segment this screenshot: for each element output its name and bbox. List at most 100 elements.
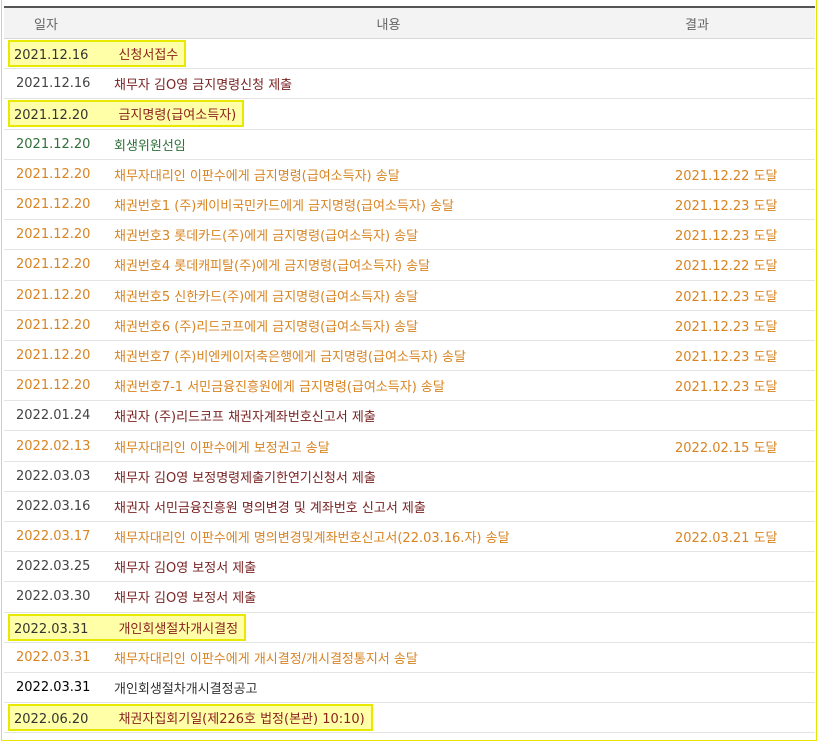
row-content-cell: 채무자 김O영 보정서 제출: [102, 581, 675, 613]
row-result-cell: [675, 98, 815, 130]
row-date-cell: 2021.12.20: [4, 159, 102, 190]
row-content: 채권번호6 (주)리드코프에게 금지명령(급여소득자) 송달: [114, 319, 419, 335]
row-date-cell: 2022.03.30: [4, 581, 102, 613]
row-content-cell: 채권번호1 (주)케이비국민카드에게 금지명령(급여소득자) 송달: [102, 189, 675, 221]
row-result-cell: 2021.12.23 도달: [675, 189, 815, 221]
row-result-cell: [675, 461, 815, 492]
row-content: 채무자 김O영 금지명령신청 제출: [114, 78, 293, 94]
table-row: 2022.03.30 채무자 김O영 보정서 제출: [4, 581, 815, 613]
row-date-cell: 2021.12.20: [4, 189, 102, 221]
table-body: 2021.12.16 신청서접수 2021.12.16 채무자 김O영 금지명령신청 …: [4, 38, 815, 734]
row-result: 2021.12.22 도달: [675, 259, 778, 275]
row-content: 금지명령(급여소득자): [118, 108, 237, 124]
row-result-cell: [675, 672, 815, 704]
row-date: 2021.12.20: [16, 166, 91, 182]
row-content-cell: 채권번호4 롯데캐피탈(주)에게 금지명령(급여소득자) 송달: [102, 249, 675, 281]
row-result-cell: [675, 400, 815, 432]
row-result: 2021.12.23 도달: [675, 319, 778, 335]
row-date-cell: 2022.03.31 개인회생절차개시결정: [4, 612, 675, 643]
table-header: 일자 내용 결과: [4, 6, 815, 39]
row-result-cell: [675, 612, 815, 643]
row-date: 2021.12.20: [16, 347, 91, 363]
row-result-cell: [675, 68, 815, 100]
row-content: 채권번호3 롯데카드(주)에게 금지명령(급여소득자) 송달: [114, 229, 419, 245]
row-date-cell: 2022.06.20 채권자집회기일(제226호 법정(본관) 10:10): [4, 702, 675, 734]
table-row: 2021.12.20 채권번호7 (주)비엔케이저축은행에게 금지명령(급여소득자…: [4, 340, 815, 372]
row-result-cell: 2021.12.23 도달: [675, 219, 815, 251]
row-result: 2022.03.21 도달: [675, 531, 778, 547]
table-row: 2021.12.16 신청서접수: [4, 38, 815, 70]
row-date-cell: 2022.02.13: [4, 430, 102, 462]
row-content-cell: 채권번호7 (주)비엔케이저축은행에게 금지명령(급여소득자) 송달: [102, 340, 675, 372]
row-result-cell: 2021.12.23 도달: [675, 280, 815, 311]
row-date-cell: 2022.03.16: [4, 491, 102, 523]
row-result-cell: [675, 702, 815, 734]
row-date-cell: 2021.12.20: [4, 280, 102, 311]
row-content-cell: 채권번호7-1 서민금융진흥원에게 금지명령(급여소득자) 송달: [102, 370, 675, 402]
table-row: 2021.12.20 채권번호6 (주)리드코프에게 금지명령(급여소득자) 송달…: [4, 310, 815, 341]
row-date-cell: 2022.03.03: [4, 461, 102, 492]
row-date: 2022.03.31: [16, 649, 91, 665]
highlighted-row-box: 2021.12.16 신청서접수: [8, 40, 187, 68]
row-result: 2021.12.23 도달: [675, 380, 778, 396]
row-content: 개인회생절차개시결정공고: [114, 682, 258, 698]
table-row: 2022.03.17 채무자대리인 이판수에게 명의변경및계좌번호신고서(22.0…: [4, 521, 815, 553]
row-result-cell: 2021.12.23 도달: [675, 370, 815, 402]
row-result-cell: 2022.03.21 도달: [675, 521, 815, 553]
row-content: 채권자 서민금융진흥원 명의변경 및 계좌번호 신고서 제출: [114, 500, 426, 516]
row-date-cell: 2021.12.20: [4, 219, 102, 251]
row-date-cell: 2021.12.20: [4, 129, 102, 160]
row-content-cell: 채무자대리인 이판수에게 명의변경및계좌번호신고서(22.03.16.자) 송달: [102, 521, 675, 553]
row-date: 2022.06.20: [14, 712, 89, 728]
row-date-cell: 2021.12.20: [4, 249, 102, 281]
table-row: 2022.06.20 채권자집회기일(제226호 법정(본관) 10:10): [4, 702, 815, 734]
row-date: 2021.12.20: [14, 108, 89, 124]
row-date: 2021.12.20: [16, 287, 91, 303]
row-result-cell: [675, 129, 815, 160]
row-content: 신청서접수: [118, 48, 179, 64]
row-content-cell: 채권번호5 신한카드(주)에게 금지명령(급여소득자) 송달: [102, 280, 675, 311]
highlighted-row-box: 2021.12.20 금지명령(급여소득자): [8, 100, 245, 128]
row-content-cell: 채무자대리인 이판수에게 금지명령(급여소득자) 송달: [102, 159, 675, 190]
row-content-cell: 채무자 김O영 보정서 제출: [102, 551, 675, 583]
row-content: 채권번호7-1 서민금융진흥원에게 금지명령(급여소득자) 송달: [114, 380, 445, 396]
table-row: 2022.01.24 채권자 (주)리드코프 채권자계좌번호신고서 제출: [4, 400, 815, 432]
row-content-cell: 채무자 김O영 보정명령제출기한연기신청서 제출: [102, 461, 675, 492]
row-date: 2022.03.17: [16, 529, 91, 545]
row-date: 2021.12.20: [16, 257, 91, 273]
row-content: 채무자 김O영 보정서 제출: [114, 591, 257, 607]
row-result-cell: [675, 551, 815, 583]
row-content-cell: 채권자 (주)리드코프 채권자계좌번호신고서 제출: [102, 400, 675, 432]
row-date: 2021.12.20: [16, 378, 91, 394]
row-result-cell: [675, 38, 815, 70]
row-result-cell: 2021.12.23 도달: [675, 310, 815, 341]
case-history-table: 일자 내용 결과 2021.12.16 신청서접수 2021.12.16 채무자 김O…: [4, 6, 815, 734]
table-row: 2021.12.20 채무자대리인 이판수에게 금지명령(급여소득자) 송달 202…: [4, 159, 815, 190]
row-date: 2022.03.25: [16, 559, 91, 575]
row-content-cell: 채무자대리인 이판수에게 개시결정/개시결정통지서 송달: [102, 642, 675, 673]
row-content: 채권번호1 (주)케이비국민카드에게 금지명령(급여소득자) 송달: [114, 199, 454, 215]
row-result-cell: 2021.12.22 도달: [675, 159, 815, 190]
row-date: 2021.12.20: [16, 197, 91, 213]
row-content: 채무자대리인 이판수에게 명의변경및계좌번호신고서(22.03.16.자) 송달: [114, 531, 510, 547]
row-date: 2021.12.20: [16, 317, 91, 333]
header-date: 일자: [4, 6, 102, 39]
row-date-cell: 2022.03.31: [4, 642, 102, 673]
row-content: 채무자대리인 이판수에게 보정권고 송달: [114, 440, 330, 456]
row-result-cell: [675, 581, 815, 613]
row-date: 2022.03.30: [16, 589, 91, 605]
table-row: 2021.12.20 채권번호4 롯데캐피탈(주)에게 금지명령(급여소득자) 송…: [4, 249, 815, 281]
row-content-cell: 회생위원선임: [102, 129, 675, 160]
row-date: 2022.03.16: [16, 498, 91, 514]
header-result: 결과: [675, 6, 815, 39]
row-result-cell: 2022.02.15 도달: [675, 430, 815, 462]
row-date-cell: 2021.12.20 금지명령(급여소득자): [4, 98, 675, 130]
row-date-cell: 2021.12.20: [4, 340, 102, 372]
row-content-cell: 채권자 서민금융진흥원 명의변경 및 계좌번호 신고서 제출: [102, 491, 675, 523]
table-row: 2022.03.31 채무자대리인 이판수에게 개시결정/개시결정통지서 송달: [4, 642, 815, 673]
row-content-cell: 채권번호3 롯데카드(주)에게 금지명령(급여소득자) 송달: [102, 219, 675, 251]
row-content: 채무자대리인 이판수에게 개시결정/개시결정통지서 송달: [114, 651, 418, 667]
table-row: 2021.12.20 채권번호3 롯데카드(주)에게 금지명령(급여소득자) 송달…: [4, 219, 815, 251]
row-date: 2022.03.03: [16, 468, 91, 484]
row-result-cell: [675, 491, 815, 523]
